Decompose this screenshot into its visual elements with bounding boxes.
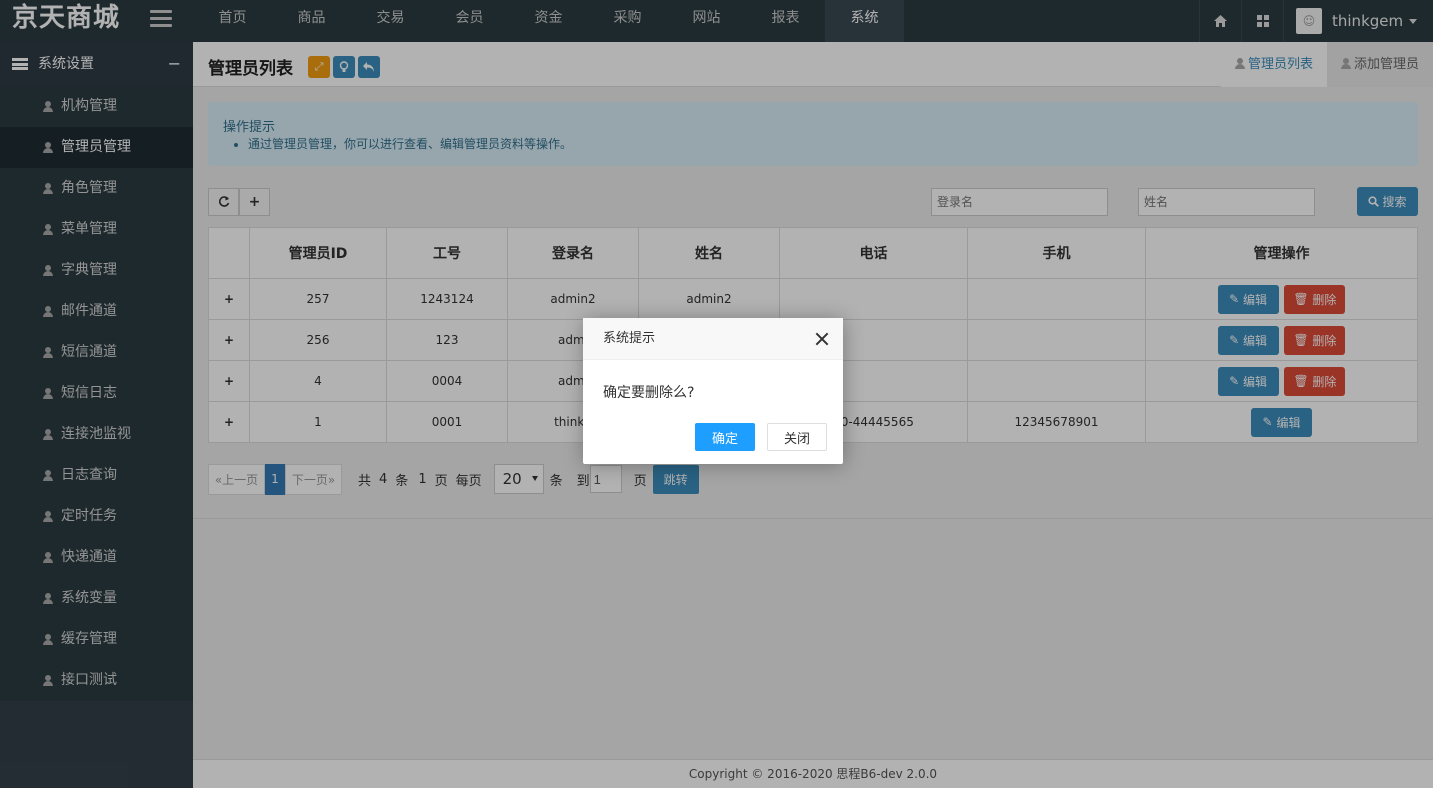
close-icon[interactable] — [815, 332, 829, 346]
confirm-button[interactable]: 确定 — [695, 423, 755, 451]
dialog-message: 确定要删除么? — [603, 385, 695, 401]
dialog-header: 系统提示 — [583, 318, 843, 360]
confirm-dialog: 系统提示 确定要删除么? 确定 关闭 — [583, 318, 843, 464]
cancel-button[interactable]: 关闭 — [767, 423, 827, 451]
dialog-title: 系统提示 — [603, 331, 656, 346]
